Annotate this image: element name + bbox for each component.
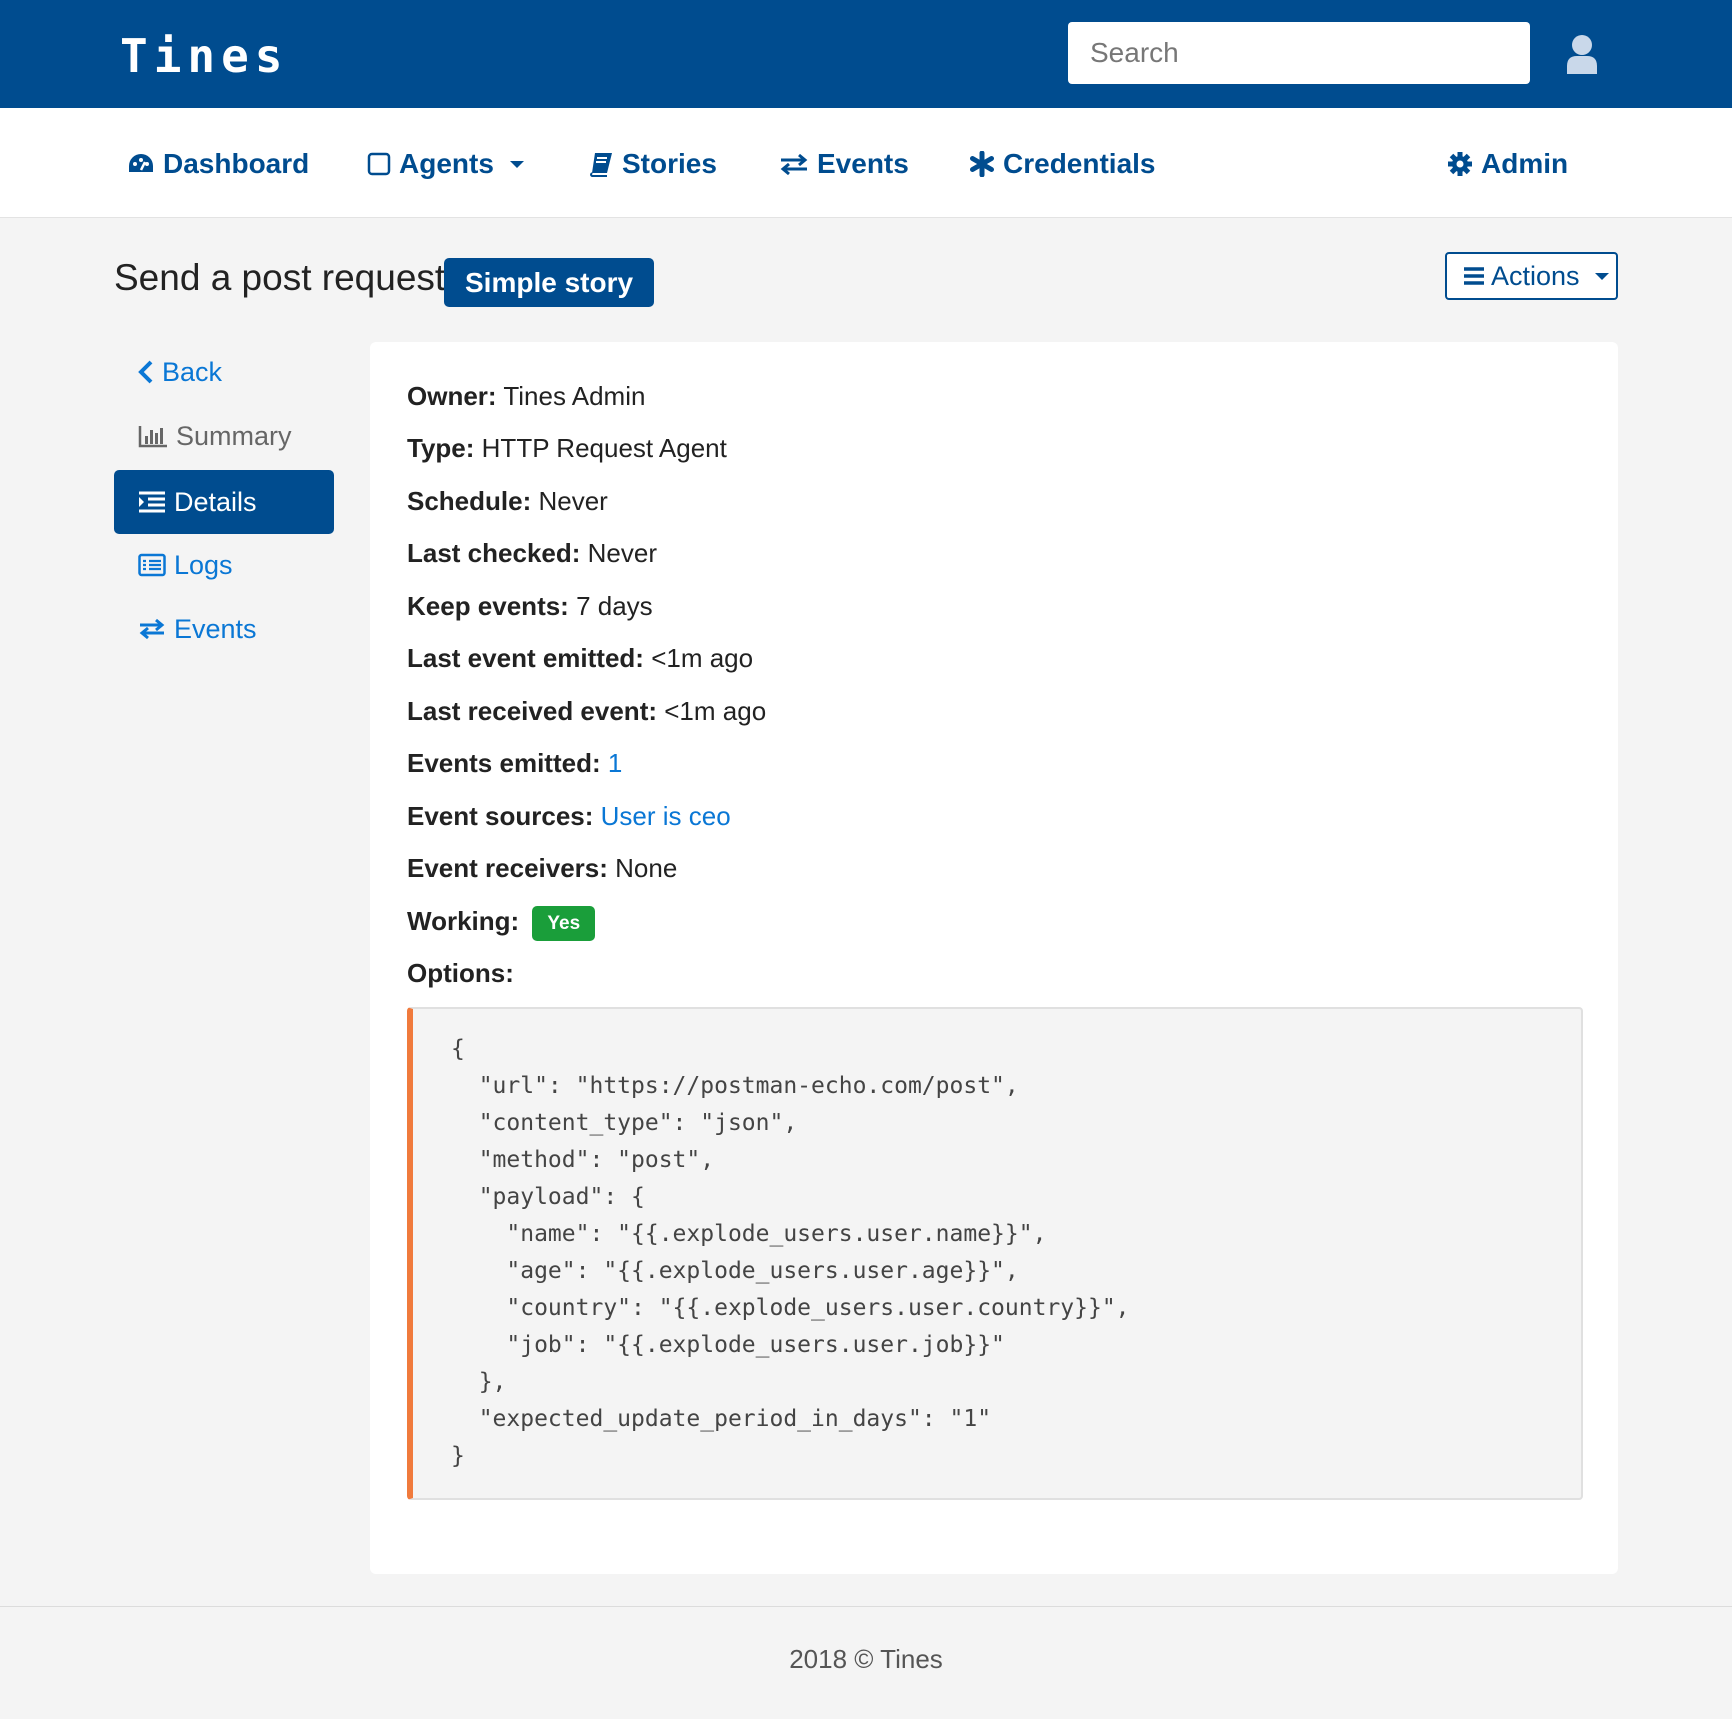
detail-event-sources: Event sources: User is ceo	[407, 799, 731, 833]
book-icon	[590, 153, 612, 177]
main-nav: Dashboard Agents Stories Events Credenti…	[0, 108, 1732, 218]
nav-agents-label: Agents	[399, 148, 494, 179]
detail-keep-events: Keep events: 7 days	[407, 589, 653, 623]
details-card: Owner: Tines Admin Type: HTTP Request Ag…	[370, 342, 1618, 1574]
footer-divider	[0, 1606, 1732, 1607]
detail-working: Working: Yes	[407, 904, 596, 941]
chevron-left-icon	[138, 360, 153, 384]
list-alt-icon	[138, 553, 166, 577]
square-icon	[367, 152, 391, 176]
side-summary[interactable]: Summary	[114, 404, 334, 468]
side-summary-label: Summary	[176, 420, 292, 451]
detail-last-received-event: Last received event: <1m ago	[407, 694, 766, 728]
nav-dashboard[interactable]: Dashboard	[127, 144, 309, 184]
last-checked-label: Last checked:	[407, 538, 581, 568]
type-value: HTTP Request Agent	[481, 433, 727, 463]
side-back-label: Back	[162, 356, 223, 387]
type-label: Type:	[407, 433, 475, 463]
working-status-badge: Yes	[532, 905, 596, 941]
working-label: Working:	[407, 906, 520, 936]
side-details[interactable]: Details	[114, 470, 334, 534]
user-icon[interactable]	[1566, 34, 1598, 74]
options-code-block: { "url": "https://postman-echo.com/post"…	[407, 1007, 1583, 1500]
exchange-icon	[780, 153, 808, 176]
detail-schedule: Schedule: Never	[407, 484, 608, 518]
top-bar: Tines	[0, 0, 1732, 108]
bars-icon	[1464, 267, 1484, 285]
caret-down-icon	[509, 161, 524, 168]
exchange-icon	[139, 618, 165, 640]
footer-copyright: 2018 © Tines	[789, 1644, 943, 1674]
event-sources-label: Event sources:	[407, 801, 594, 831]
detail-options: Options:	[407, 956, 514, 990]
nav-admin-label: Admin	[1481, 148, 1569, 179]
detail-last-event-emitted: Last event emitted: <1m ago	[407, 641, 753, 675]
detail-owner: Owner: Tines Admin	[407, 379, 645, 413]
bar-chart-icon	[138, 426, 167, 448]
story-badge[interactable]: Simple story	[444, 258, 655, 307]
last-checked-value: Never	[587, 538, 657, 568]
side-back[interactable]: Back	[114, 340, 334, 404]
owner-label: Owner:	[407, 381, 497, 411]
last-event-emitted-value: <1m ago	[651, 643, 754, 673]
event-source-link[interactable]: User is ceo	[601, 801, 731, 831]
gear-icon	[1448, 152, 1472, 176]
events-emitted-label: Events emitted:	[407, 748, 601, 778]
nav-credentials-label: Credentials	[1003, 148, 1156, 179]
nav-admin[interactable]: Admin	[1447, 144, 1568, 184]
last-received-event-value: <1m ago	[664, 696, 767, 726]
actions-button[interactable]: Actions	[1445, 252, 1618, 300]
actions-label: Actions	[1491, 260, 1580, 291]
nav-events-label: Events	[817, 148, 909, 179]
last-event-emitted-label: Last event emitted:	[407, 643, 644, 673]
side-events[interactable]: Events	[114, 597, 334, 661]
tines-logo[interactable]: Tines	[120, 30, 288, 82]
nav-agents[interactable]: Agents	[367, 144, 534, 184]
search-input[interactable]	[1068, 22, 1530, 84]
side-logs[interactable]: Logs	[114, 533, 334, 597]
asterisk-icon	[970, 151, 994, 177]
events-emitted-link[interactable]: 1	[608, 748, 622, 778]
last-received-event-label: Last received event:	[407, 696, 658, 726]
side-events-label: Events	[174, 613, 257, 644]
schedule-value: Never	[538, 486, 608, 516]
page-title: Send a post request	[114, 257, 446, 298]
detail-last-checked: Last checked: Never	[407, 536, 657, 570]
schedule-label: Schedule:	[407, 486, 532, 516]
keep-events-value: 7 days	[576, 591, 653, 621]
indent-list-icon	[139, 491, 165, 513]
detail-events-emitted: Events emitted: 1	[407, 746, 622, 780]
options-label: Options:	[407, 958, 514, 988]
nav-stories-label: Stories	[622, 148, 717, 179]
side-details-label: Details	[174, 486, 257, 517]
event-receivers-label: Event receivers:	[407, 853, 608, 883]
owner-value: Tines Admin	[503, 381, 646, 411]
nav-events[interactable]: Events	[779, 144, 909, 184]
nav-stories[interactable]: Stories	[588, 144, 717, 184]
keep-events-label: Keep events:	[407, 591, 569, 621]
nav-credentials[interactable]: Credentials	[969, 144, 1156, 184]
event-receivers-value: None	[615, 853, 678, 883]
caret-down-icon	[1594, 273, 1609, 280]
detail-type: Type: HTTP Request Agent	[407, 431, 727, 465]
detail-event-receivers: Event receivers: None	[407, 851, 677, 885]
nav-dashboard-label: Dashboard	[163, 148, 310, 179]
dashboard-icon	[129, 154, 153, 172]
side-logs-label: Logs	[174, 549, 233, 580]
